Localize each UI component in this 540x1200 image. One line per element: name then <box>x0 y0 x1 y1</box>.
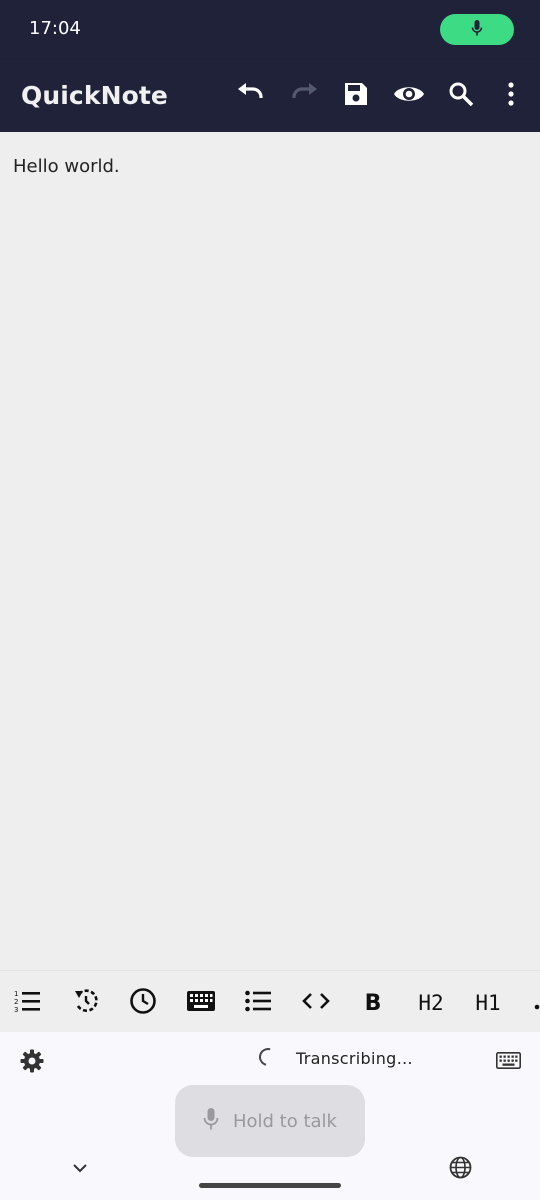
home-indicator[interactable] <box>199 1183 341 1188</box>
bullet-list-button[interactable] <box>238 983 278 1023</box>
mic-icon <box>203 1107 219 1135</box>
mic-active-indicator[interactable] <box>440 14 514 45</box>
redo-button[interactable] <box>286 78 322 114</box>
restore-icon <box>73 988 99 1019</box>
save-button[interactable] <box>338 78 374 114</box>
hold-to-talk-label: Hold to talk <box>232 1110 337 1132</box>
heading-2-button[interactable]: H2 <box>411 983 451 1023</box>
numbered-list-icon: 123 <box>14 989 42 1018</box>
svg-text:3: 3 <box>14 1006 18 1013</box>
clock-icon <box>129 987 157 1020</box>
more-icon <box>534 991 540 1015</box>
loading-spinner-icon <box>255 1044 281 1070</box>
hide-keyboard-button[interactable] <box>70 1160 90 1174</box>
more-options-button[interactable] <box>493 78 529 114</box>
restore-button[interactable] <box>66 983 106 1023</box>
bold-button[interactable]: B <box>353 983 393 1023</box>
gear-icon <box>20 1049 44 1077</box>
bullet-list-icon <box>245 990 271 1017</box>
undo-button[interactable] <box>233 78 269 114</box>
status-time: 17:04 <box>29 18 81 39</box>
keyboard-icon <box>495 1051 521 1073</box>
search-icon <box>448 81 474 111</box>
code-icon <box>302 991 330 1015</box>
redo-icon <box>289 83 319 109</box>
app-bar: QuickNote <box>0 60 540 132</box>
transcribing-status: Transcribing… <box>296 1049 413 1068</box>
heading-1-button[interactable]: H1 <box>468 983 508 1023</box>
save-icon <box>343 81 369 111</box>
keyboard-settings-button[interactable] <box>18 1049 45 1076</box>
more-vert-icon <box>507 82 515 110</box>
mic-icon <box>471 19 483 41</box>
chevron-down-icon <box>72 1158 88 1177</box>
note-editor[interactable]: Hello world. <box>0 132 540 970</box>
timestamp-button[interactable] <box>123 983 163 1023</box>
numbered-list-button[interactable]: 123 <box>8 983 48 1023</box>
markdown-toolbar: 123 B H2 H1 <box>0 970 540 1033</box>
code-button[interactable] <box>296 983 336 1023</box>
hold-to-talk-button[interactable]: Hold to talk <box>175 1085 365 1157</box>
eye-icon <box>393 83 425 109</box>
bold-label: B <box>364 990 382 1016</box>
undo-icon <box>236 83 266 109</box>
keyboard-icon <box>187 990 215 1016</box>
language-switch-button[interactable] <box>448 1156 472 1183</box>
svg-text:1: 1 <box>14 990 18 998</box>
preview-button[interactable] <box>391 78 427 114</box>
voice-keyboard: Transcribing… Hold to talk <box>0 1032 540 1200</box>
heading-1-label: H1 <box>475 991 501 1015</box>
svg-text:2: 2 <box>14 998 18 1006</box>
heading-2-label: H2 <box>418 991 444 1015</box>
globe-icon <box>449 1156 472 1183</box>
app-title: QuickNote <box>21 81 168 110</box>
keyboard-toggle-button[interactable] <box>181 983 221 1023</box>
search-button[interactable] <box>443 78 479 114</box>
note-content: Hello world. <box>13 156 120 177</box>
status-bar: 17:04 <box>0 0 540 60</box>
switch-keyboard-button[interactable] <box>495 1051 521 1073</box>
more-toolbar-button[interactable] <box>520 983 540 1023</box>
